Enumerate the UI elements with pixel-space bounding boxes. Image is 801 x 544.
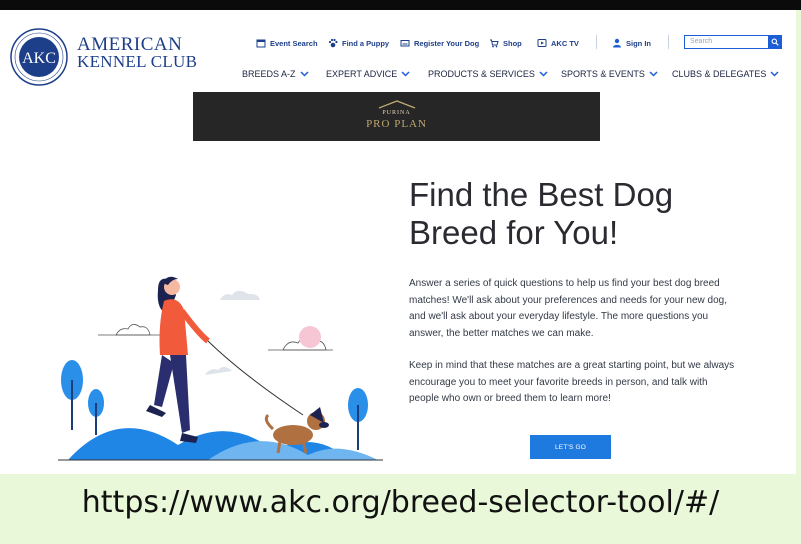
nav-breeds-a-z[interactable]: BREEDS A-Z xyxy=(242,69,309,79)
utility-divider xyxy=(596,35,597,49)
purina-pro-plan-ad[interactable]: PURINA PRO PLAN xyxy=(193,92,600,141)
search-icon xyxy=(771,38,779,46)
search-placeholder: Search xyxy=(690,38,713,45)
utility-link-event-search[interactable]: Event Search xyxy=(256,36,318,50)
utility-divider xyxy=(668,35,669,49)
nav-label: EXPERT ADVICE xyxy=(326,69,398,79)
advice-paragraph: Keep in mind that these matches are a gr… xyxy=(409,360,735,404)
utility-link-label: AKC TV xyxy=(551,38,579,48)
paw-icon xyxy=(328,38,338,48)
search-button[interactable] xyxy=(768,35,782,49)
nav-label: SPORTS & EVENTS xyxy=(561,69,645,79)
nav-label: PRODUCTS & SERVICES xyxy=(428,69,535,79)
ad-brand-small: PURINA xyxy=(382,110,411,116)
calendar-icon xyxy=(256,39,266,48)
slide-edge xyxy=(796,10,801,474)
top-border xyxy=(0,0,801,10)
utility-link-label: Sign In xyxy=(626,38,651,48)
chevron-down-icon xyxy=(770,71,779,77)
chevron-down-icon xyxy=(539,71,548,77)
utility-link-label: Register Your Dog xyxy=(414,38,480,48)
headline-line-2: Breed for You! xyxy=(409,214,619,251)
nav-label: CLUBS & DELEGATES xyxy=(672,69,767,79)
play-icon xyxy=(537,39,547,47)
nav-clubs-delegates[interactable]: CLUBS & DELEGATES xyxy=(672,69,779,79)
headline-line-1: Find the Best Dog xyxy=(409,176,674,213)
chevron-down-icon xyxy=(299,71,309,77)
browser-page: AKC AMERICAN KENNEL CLUB Event Search Fi… xyxy=(0,10,796,474)
utility-link-label: Event Search xyxy=(270,38,318,48)
chevron-down-icon xyxy=(649,71,658,77)
card-icon xyxy=(400,40,410,47)
ad-brand-large: PRO PLAN xyxy=(366,118,427,130)
brand-line-1: AMERICAN xyxy=(77,34,183,55)
utility-link-akc-tv[interactable]: AKC TV xyxy=(537,36,579,50)
lets-go-button[interactable]: LET'S GO xyxy=(530,435,611,459)
nav-products-services[interactable]: PRODUCTS & SERVICES xyxy=(428,69,548,79)
cart-icon xyxy=(490,39,499,48)
logo-text: AKC xyxy=(22,50,56,67)
user-icon xyxy=(613,38,621,48)
utility-link-find-puppy[interactable]: Find a Puppy xyxy=(328,36,389,50)
brand-name[interactable]: AMERICAN KENNEL CLUB xyxy=(77,34,198,71)
intro-paragraph: Answer a series of quick questions to he… xyxy=(409,278,728,339)
brand-line-2: KENNEL CLUB xyxy=(77,52,198,71)
purina-roof-icon xyxy=(378,100,416,109)
utility-link-register[interactable]: Register Your Dog xyxy=(400,36,479,50)
page-title: Find the Best Dog Breed for You! xyxy=(409,176,739,252)
chevron-down-icon xyxy=(401,71,410,77)
akc-logo[interactable]: AKC xyxy=(10,28,68,86)
sign-in-link[interactable]: Sign In xyxy=(612,36,651,50)
woman-walking-dog-illustration xyxy=(58,276,383,461)
search-input[interactable]: Search xyxy=(684,35,782,49)
utility-link-shop[interactable]: Shop xyxy=(489,36,522,50)
nav-sports-events[interactable]: SPORTS & EVENTS xyxy=(561,69,658,79)
utility-link-label: Shop xyxy=(503,38,522,48)
nav-label: BREEDS A-Z xyxy=(242,69,296,79)
nav-expert-advice[interactable]: EXPERT ADVICE xyxy=(326,69,410,79)
caption-url: https://www.akc.org/breed-selector-tool/… xyxy=(81,485,720,520)
utility-link-label: Find a Puppy xyxy=(342,38,390,48)
